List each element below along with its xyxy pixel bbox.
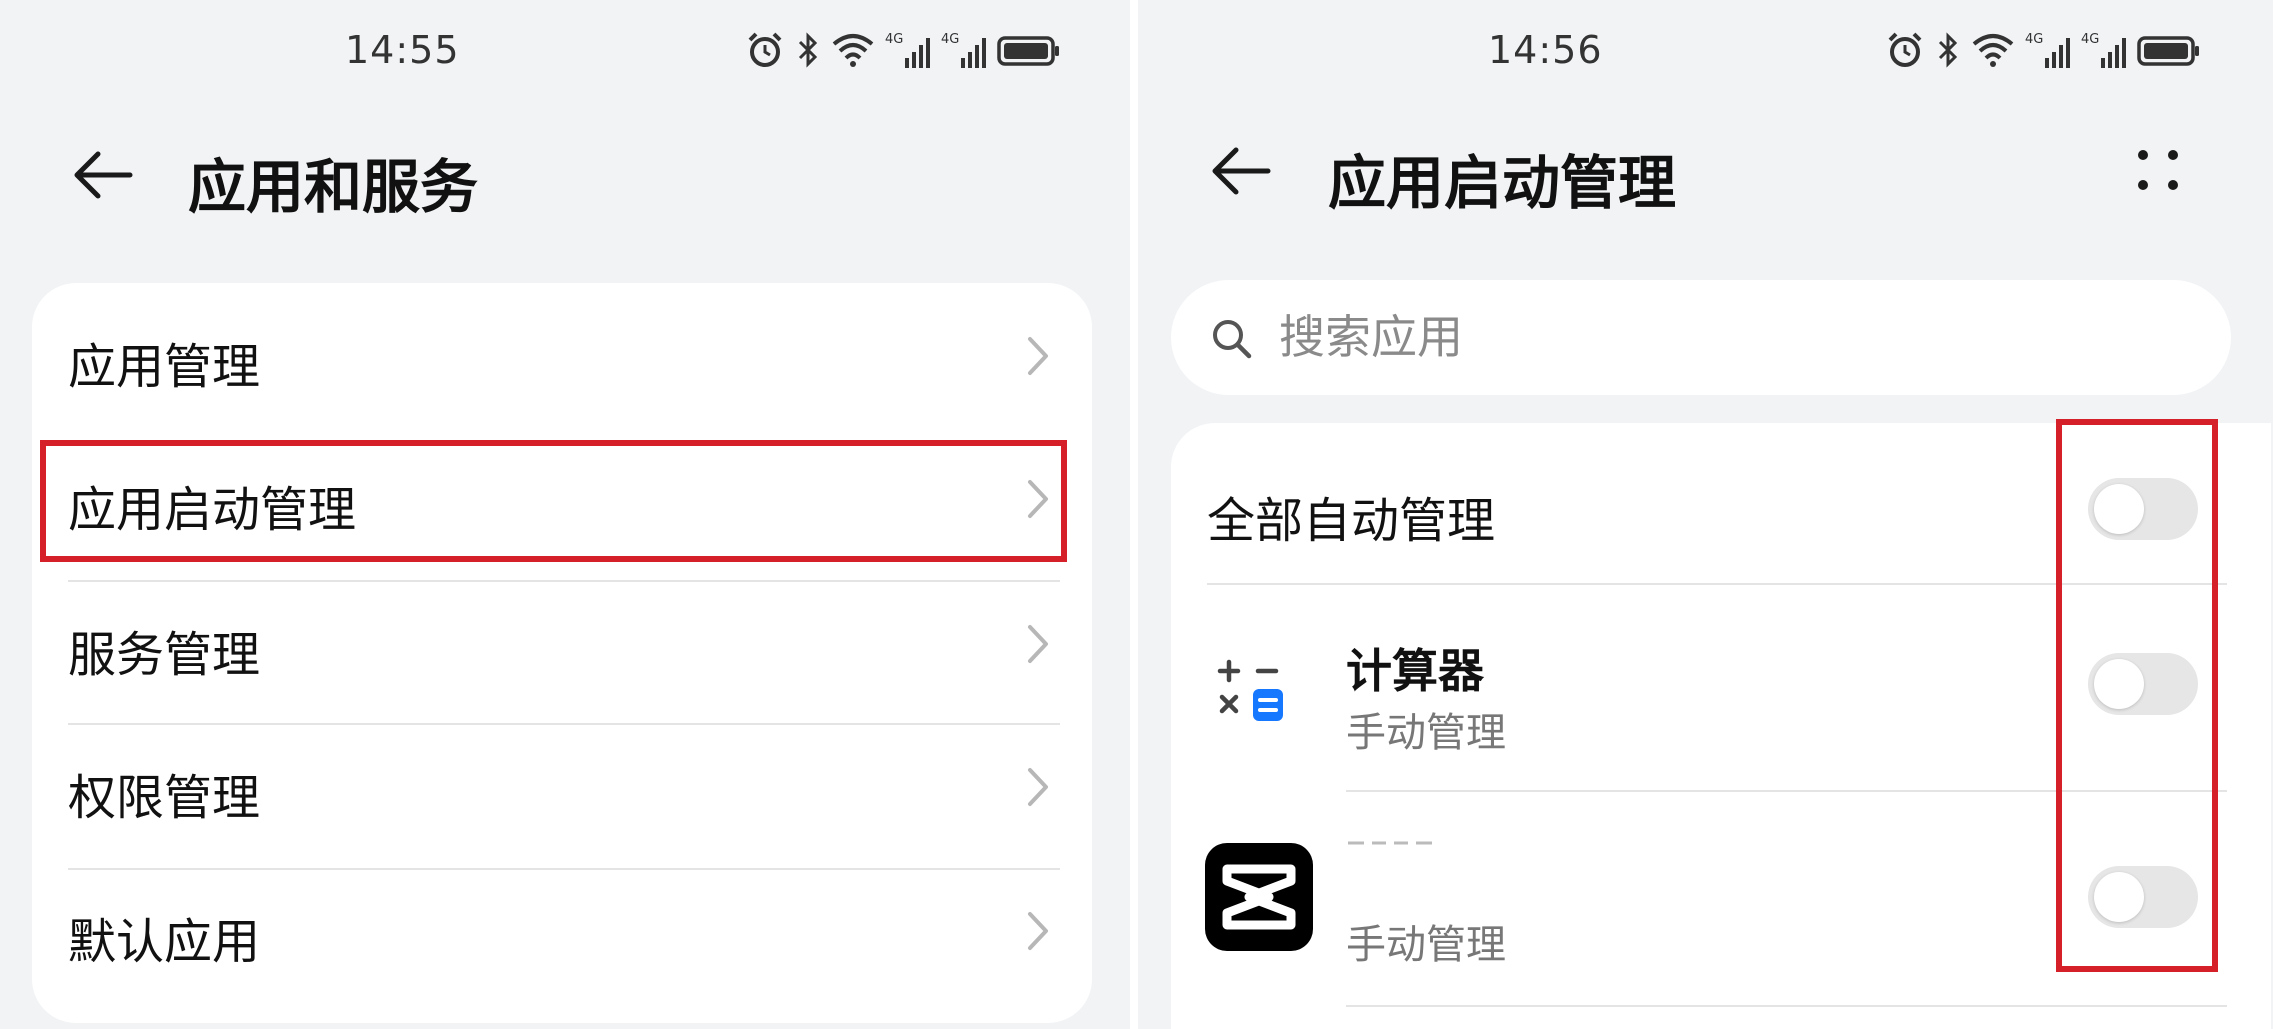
app-name: 计算器	[1346, 644, 1484, 698]
signal-4g-icon: 4G	[941, 30, 987, 70]
search-input[interactable]	[1279, 304, 1979, 370]
settings-list: 应用管理 应用启动管理 服务管理 权限管理 默认应用	[32, 283, 1092, 1023]
divider	[1346, 1005, 2227, 1007]
list-item-app-management[interactable]: 应用管理	[32, 285, 1092, 428]
svg-text:4G: 4G	[2025, 32, 2043, 47]
wifi-icon	[1971, 30, 2015, 70]
signal-4g-icon: 4G	[885, 30, 931, 70]
search-icon	[1209, 316, 1253, 360]
status-time: 14:56	[1488, 28, 1603, 72]
panel-divider	[1130, 0, 1138, 1029]
list-item-label: 权限管理	[68, 770, 261, 826]
list-item-default-apps[interactable]: 默认应用	[32, 860, 1092, 1003]
system-icons: 4G 4G	[1885, 30, 2201, 70]
highlight-annotation-launch-management	[40, 440, 1067, 562]
svg-text:4G: 4G	[941, 32, 959, 47]
list-item-label: 应用管理	[68, 339, 261, 395]
list-item-label: 默认应用	[68, 914, 261, 970]
chevron-right-icon	[1022, 906, 1052, 956]
chevron-right-icon	[1022, 331, 1052, 381]
signal-4g-icon: 4G	[2025, 30, 2071, 70]
list-item-service-management[interactable]: 服务管理	[32, 573, 1092, 716]
capcut-icon	[1205, 843, 1313, 951]
wifi-icon	[831, 30, 875, 70]
chevron-right-icon	[1022, 619, 1052, 669]
page-title: 应用启动管理	[1328, 149, 1677, 217]
app-launch-mode: 手动管理	[1346, 710, 1506, 756]
chevron-right-icon	[1022, 762, 1052, 812]
search-bar[interactable]	[1171, 280, 2231, 395]
app-launch-mode: 手动管理	[1346, 922, 1506, 968]
status-bar: 14:55 4G 4G	[0, 24, 1130, 80]
svg-text:4G: 4G	[2081, 32, 2099, 47]
highlight-annotation-toggles	[2056, 419, 2218, 972]
signal-4g-icon: 4G	[2081, 30, 2127, 70]
battery-icon	[2137, 30, 2201, 70]
alarm-icon	[1885, 30, 1925, 70]
back-arrow-icon[interactable]	[68, 140, 138, 210]
status-bar: 14:56 4G 4G	[1138, 24, 2273, 80]
status-time: 14:55	[345, 28, 460, 72]
list-item-permission-management[interactable]: 权限管理	[32, 716, 1092, 859]
bluetooth-icon	[795, 30, 821, 70]
bluetooth-icon	[1935, 30, 1961, 70]
battery-icon	[997, 30, 1061, 70]
more-icon[interactable]	[2128, 140, 2188, 200]
back-arrow-icon[interactable]	[1206, 136, 1276, 206]
system-icons: 4G 4G	[745, 30, 1061, 70]
master-toggle-label: 全部自动管理	[1207, 493, 1496, 549]
alarm-icon	[745, 30, 785, 70]
svg-text:4G: 4G	[885, 32, 903, 47]
page-title: 应用和服务	[188, 153, 479, 221]
calculator-icon	[1207, 647, 1297, 737]
app-name-redacted	[1346, 832, 1436, 845]
list-item-label: 服务管理	[68, 627, 261, 683]
